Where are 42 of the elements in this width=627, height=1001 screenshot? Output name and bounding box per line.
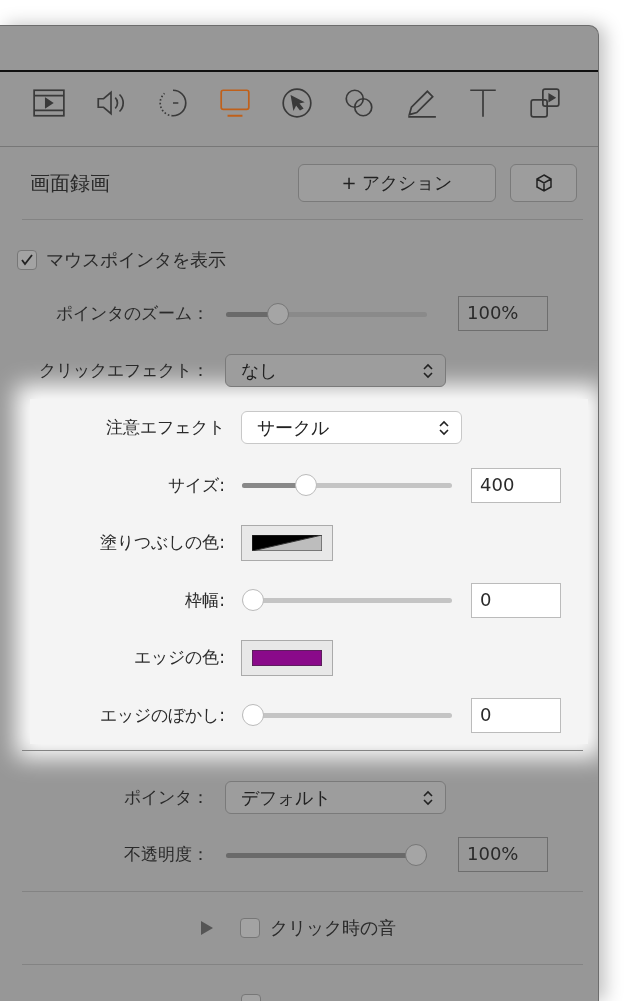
slider-handle[interactable] (294, 474, 317, 497)
slider-handle[interactable] (242, 589, 264, 612)
input-field[interactable]: 400 (471, 467, 561, 503)
field-label: エッジの色: (133, 646, 226, 670)
field-label: クリックエフェクト： (38, 359, 210, 382)
input-field[interactable]: 0 (471, 582, 561, 618)
field-label: エッジのぼかし: (99, 703, 226, 727)
checkbox[interactable] (17, 250, 37, 270)
checkbox-label: マウスポインタを表示 (46, 248, 226, 272)
disclosure-triangle-icon[interactable] (200, 920, 214, 936)
slider-handle[interactable] (405, 843, 427, 866)
slider-handle[interactable] (267, 302, 290, 325)
field-label: 注意エフェクト (105, 416, 226, 440)
slider-handle[interactable] (242, 704, 264, 727)
media-tab[interactable] (528, 86, 562, 120)
section-title: 画面録画 (30, 169, 111, 197)
add-action-button[interactable]: + アクション (298, 164, 496, 202)
color-well[interactable] (241, 524, 333, 561)
dropdown[interactable]: なし (225, 354, 446, 387)
dropdown[interactable]: デフォルト (225, 781, 446, 814)
field-label: 不透明度： (123, 843, 210, 866)
dropdown[interactable]: サークル (241, 411, 462, 445)
field-label: ポインタ： (123, 786, 210, 809)
cube-button[interactable] (510, 164, 577, 202)
timer-tab[interactable] (156, 86, 190, 120)
field-label: 枠幅: (184, 588, 226, 612)
chevron-icon (423, 789, 433, 806)
input-field[interactable]: 0 (471, 697, 561, 733)
input-field[interactable]: 100% (458, 296, 548, 331)
input-field[interactable]: 100% (458, 837, 548, 872)
field-label: サイズ: (167, 473, 226, 497)
cursor-tab[interactable] (280, 86, 314, 120)
chevron-icon (439, 419, 449, 436)
checkbox-label: クリック時の音 (270, 916, 396, 940)
checkbox[interactable] (240, 918, 260, 938)
cube-icon (533, 173, 554, 193)
chevron-icon (423, 362, 433, 379)
field-label: 塗りつぶしの色: (99, 531, 226, 555)
circles-tab[interactable] (342, 86, 376, 120)
field-label: ポインタのズーム： (55, 302, 210, 325)
color-well[interactable] (241, 639, 333, 676)
film-tab[interactable] (32, 86, 66, 120)
